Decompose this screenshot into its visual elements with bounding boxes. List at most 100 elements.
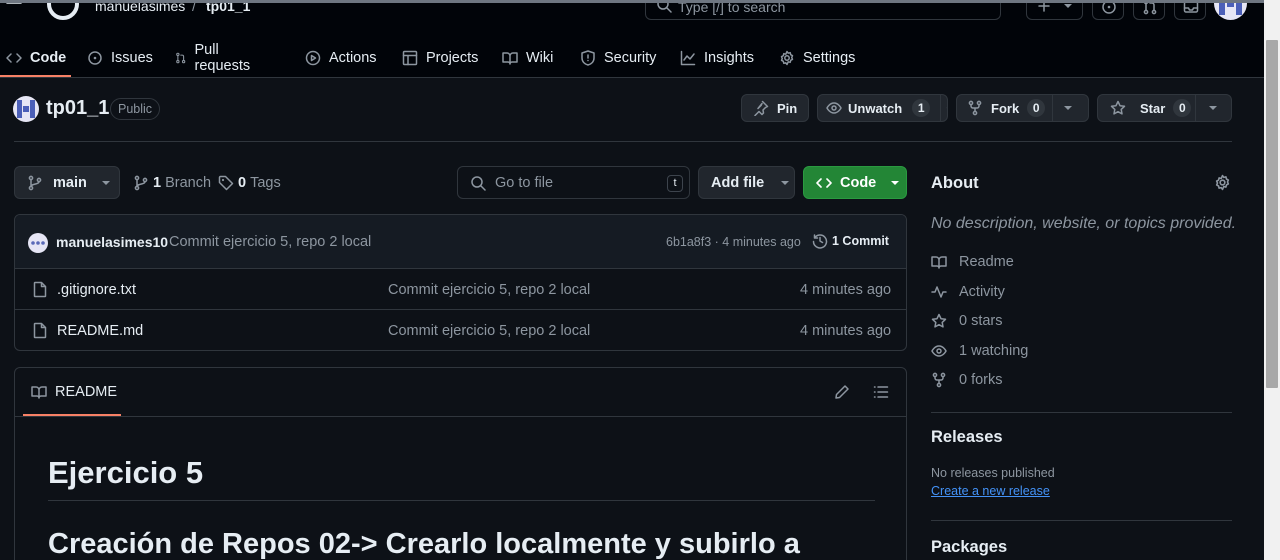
commit-history-link[interactable]: 1 Commit xyxy=(812,233,889,249)
create-new-button[interactable] xyxy=(1026,0,1083,20)
go-to-file-placeholder: Go to file xyxy=(495,175,554,191)
book-icon xyxy=(931,256,947,269)
commit-sha-time[interactable]: 6b1a8f3 · 4 minutes ago xyxy=(666,235,801,249)
watching-link[interactable]: 1 watching xyxy=(931,341,1028,361)
tag-icon xyxy=(218,175,234,190)
star-icon xyxy=(1110,100,1126,115)
readme-link-label: Readme xyxy=(959,254,1014,270)
fork-label: Fork xyxy=(991,100,1020,116)
tab-security[interactable]: Security xyxy=(580,38,656,78)
commit-author-avatar[interactable] xyxy=(28,233,48,253)
tab-label: Actions xyxy=(329,50,377,66)
tab-insights[interactable]: Insights xyxy=(680,38,754,78)
outline-list-icon[interactable] xyxy=(873,384,889,400)
chevron-down-icon[interactable] xyxy=(1208,105,1218,111)
readme-tab[interactable]: README xyxy=(31,384,117,400)
unwatch-button[interactable]: Unwatch 1 xyxy=(817,94,948,122)
tab-pull-requests[interactable]: Pull requests xyxy=(175,38,255,78)
releases-title[interactable]: Releases xyxy=(931,428,1003,447)
readme-link[interactable]: Readme xyxy=(931,252,1014,272)
tab-label: Projects xyxy=(426,50,479,66)
file-row[interactable]: README.md Commit ejercicio 5, repo 2 loc… xyxy=(15,310,906,350)
tab-label: Security xyxy=(604,50,657,66)
gear-icon xyxy=(780,50,794,66)
pin-icon xyxy=(754,100,769,116)
fork-button[interactable]: Fork 0 xyxy=(956,94,1089,122)
tab-settings[interactable]: Settings xyxy=(779,38,855,78)
chevron-down-icon xyxy=(891,180,900,185)
tags-link[interactable]: 0 Tags xyxy=(218,166,281,199)
history-icon xyxy=(812,234,828,249)
tab-actions[interactable]: Actions xyxy=(305,38,377,78)
pulse-icon xyxy=(931,286,947,298)
readme-panel: README Ejercicio 5 Creación de Repos 02-… xyxy=(14,367,907,560)
readme-heading-1: Ejercicio 5 xyxy=(48,455,204,490)
activity-link-label: Activity xyxy=(959,284,1005,300)
repo-title[interactable]: tp01_1 xyxy=(46,97,109,120)
github-logo-icon[interactable] xyxy=(47,0,79,20)
about-title: About xyxy=(931,174,979,192)
file-icon xyxy=(33,281,47,298)
stars-link-label: 0 stars xyxy=(959,313,1003,329)
commit-author[interactable]: manuelasimes10 xyxy=(56,234,168,250)
file-commit-message[interactable]: Commit ejercicio 5, repo 2 local xyxy=(388,282,590,298)
watching-link-label: 1 watching xyxy=(959,343,1029,359)
branch-icon xyxy=(28,175,42,190)
pin-button[interactable]: Pin xyxy=(741,94,809,122)
tag-count: 0 xyxy=(238,174,247,191)
watch-count: 1 xyxy=(912,99,931,117)
star-icon xyxy=(931,313,947,328)
title-divider xyxy=(14,141,1232,142)
file-name[interactable]: README.md xyxy=(57,323,143,339)
branch-label: Branch xyxy=(165,174,212,191)
tab-code[interactable]: Code xyxy=(6,38,66,78)
no-releases-text: No releases published xyxy=(931,466,1055,480)
tab-issues[interactable]: Issues xyxy=(87,38,153,78)
scrollbar-thumb[interactable] xyxy=(1266,40,1278,388)
commit-message[interactable]: Commit ejercicio 5, repo 2 local xyxy=(169,234,371,250)
chevron-down-icon xyxy=(101,180,110,185)
table-icon xyxy=(402,50,418,66)
go-to-file-input[interactable]: Go to file t xyxy=(457,166,690,199)
search-icon xyxy=(471,176,486,191)
code-button[interactable]: Code xyxy=(803,166,907,199)
eye-icon xyxy=(826,102,842,114)
repo-owner-avatar[interactable] xyxy=(13,96,39,122)
packages-title[interactable]: Packages xyxy=(931,538,1007,557)
star-button[interactable]: Star 0 xyxy=(1097,94,1232,122)
pull-requests-icon[interactable] xyxy=(1133,0,1165,20)
graph-icon xyxy=(680,50,696,66)
chevron-down-icon[interactable] xyxy=(946,105,947,111)
gear-icon[interactable] xyxy=(1214,174,1231,191)
eye-icon xyxy=(931,345,947,357)
sidebar-divider xyxy=(931,520,1232,521)
file-row[interactable]: .gitignore.txt Commit ejercicio 5, repo … xyxy=(15,269,906,310)
button-divider xyxy=(1195,95,1196,121)
stars-link[interactable]: 0 stars xyxy=(931,311,1003,331)
search-input[interactable]: Type [/] to search xyxy=(645,0,1001,20)
chevron-down-icon[interactable] xyxy=(1063,105,1073,111)
play-icon xyxy=(305,50,321,66)
inbox-icon[interactable] xyxy=(1174,0,1206,20)
file-name[interactable]: .gitignore.txt xyxy=(57,282,136,298)
create-release-link[interactable]: Create a new release xyxy=(931,484,1050,498)
tab-projects[interactable]: Projects xyxy=(402,38,478,78)
add-file-button[interactable]: Add file xyxy=(698,166,795,199)
add-file-label: Add file xyxy=(711,174,765,191)
pencil-icon[interactable] xyxy=(834,384,850,400)
tab-label: Issues xyxy=(111,50,153,66)
keyboard-shortcut-hint: t xyxy=(667,175,683,192)
forks-link[interactable]: 0 forks xyxy=(931,370,1003,390)
book-icon xyxy=(31,386,47,399)
user-avatar[interactable] xyxy=(1214,0,1247,20)
tab-label: Settings xyxy=(803,50,856,66)
tab-wiki[interactable]: Wiki xyxy=(502,38,553,78)
activity-link[interactable]: Activity xyxy=(931,282,1005,302)
code-icon xyxy=(6,53,22,63)
commit-count: 1 Commit xyxy=(832,234,889,248)
file-commit-message[interactable]: Commit ejercicio 5, repo 2 local xyxy=(388,323,590,339)
issues-icon[interactable] xyxy=(1092,0,1124,20)
branches-link[interactable]: 1 Branch xyxy=(133,166,211,199)
fork-icon xyxy=(932,372,946,388)
branch-select[interactable]: main xyxy=(14,166,120,199)
